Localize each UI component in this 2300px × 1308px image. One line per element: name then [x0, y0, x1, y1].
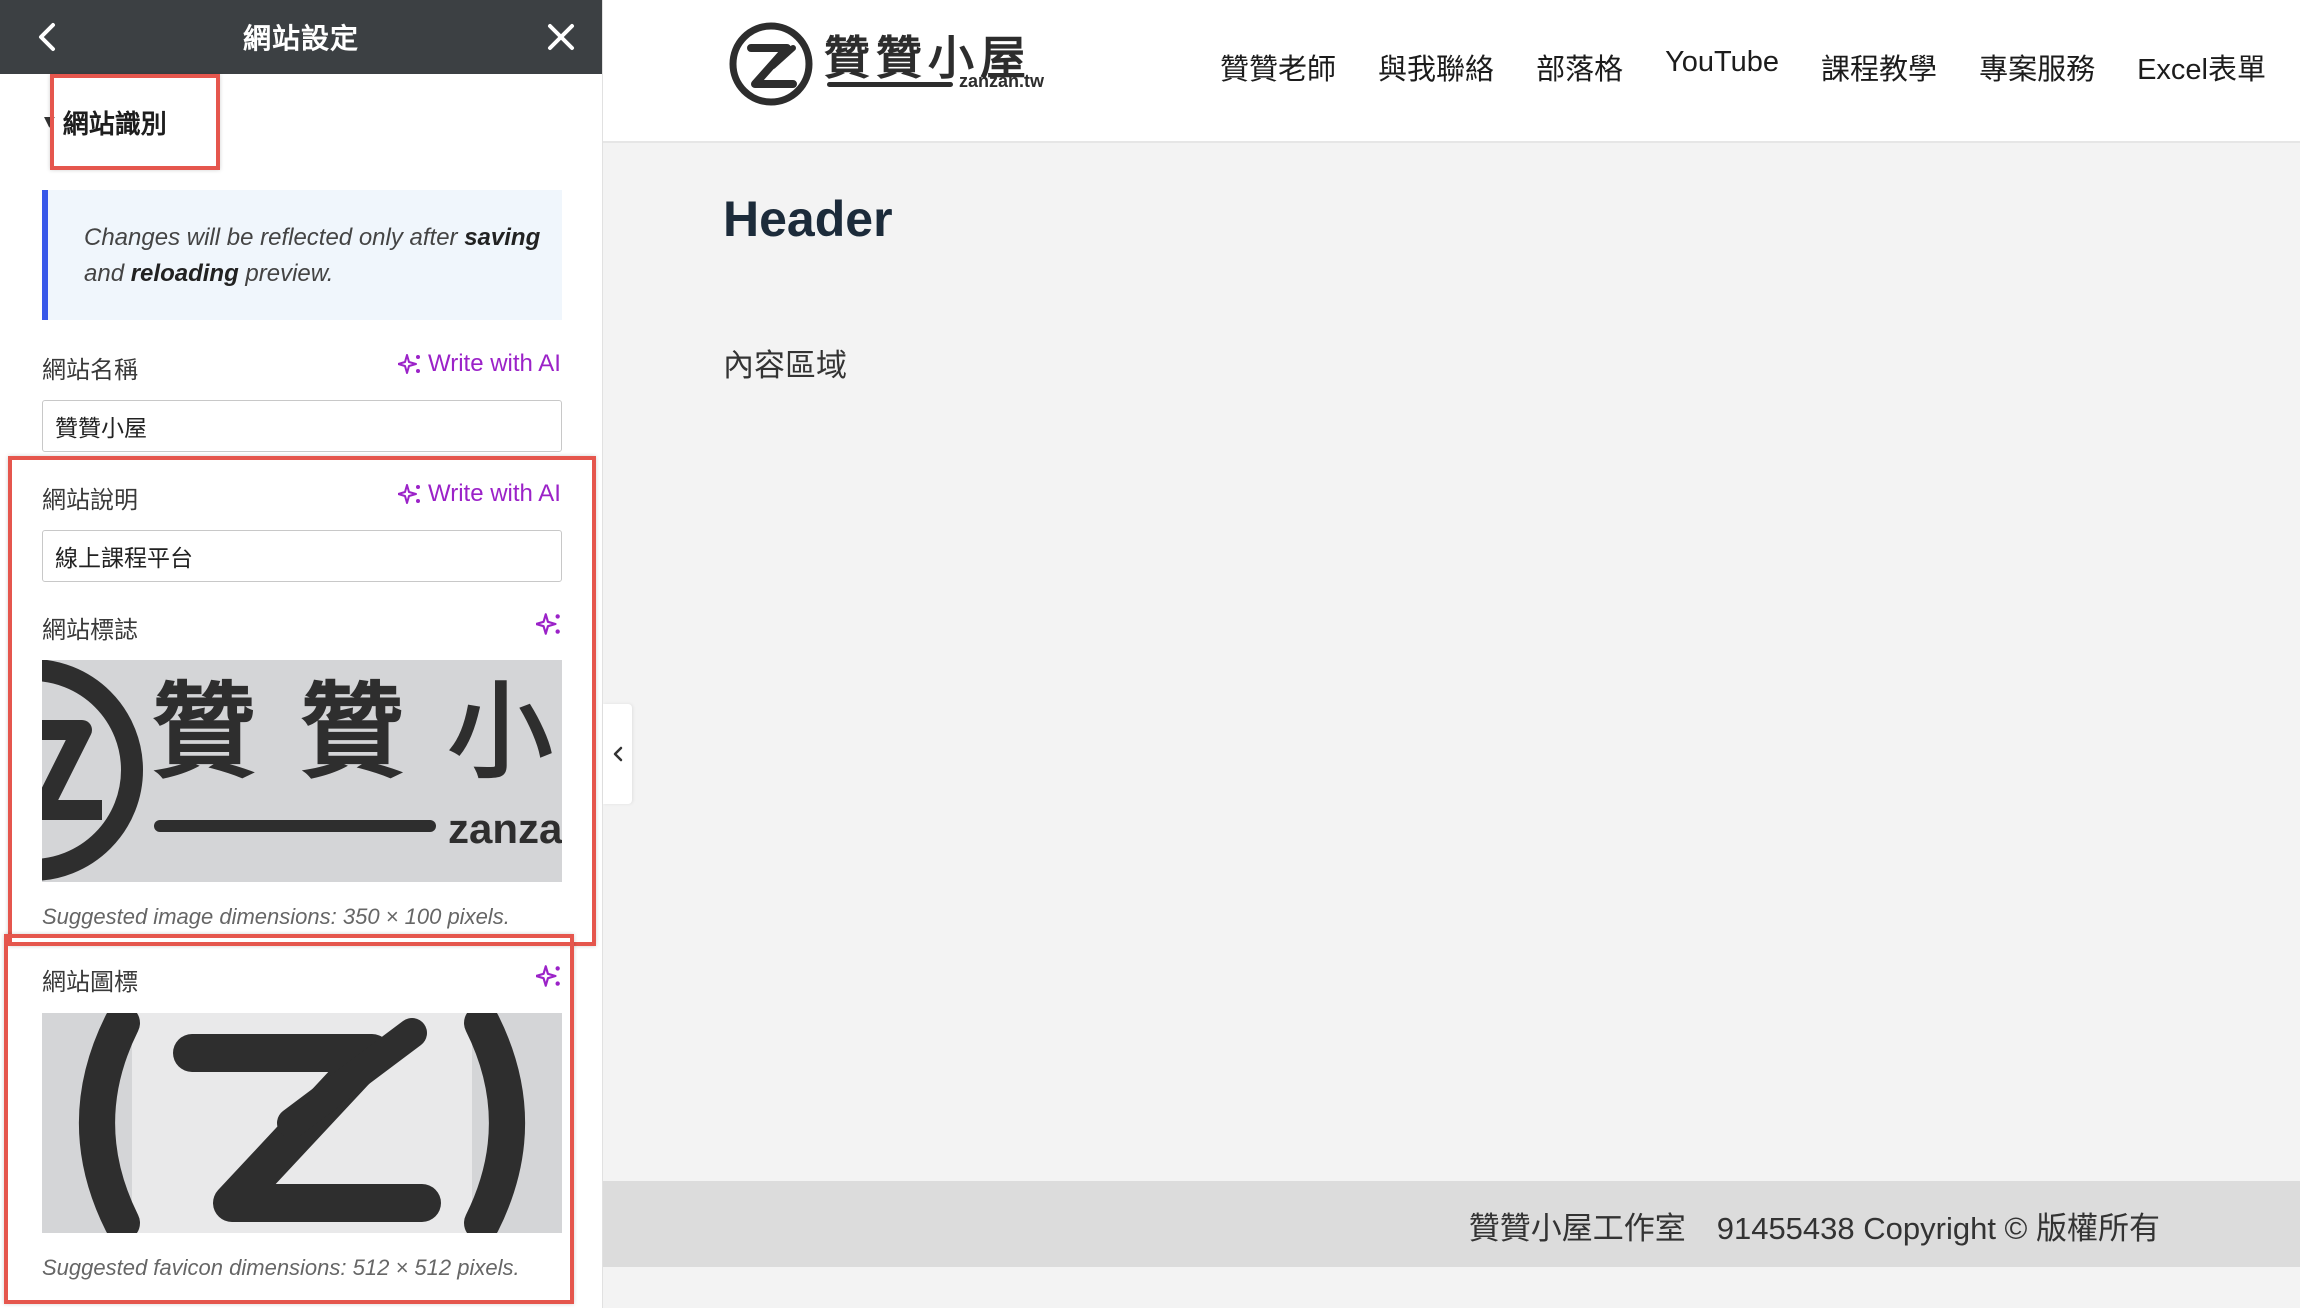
- page-content: 內容區域: [723, 348, 847, 384]
- caret-down-icon: ▼: [44, 114, 55, 130]
- close-icon: [548, 24, 574, 50]
- write-with-ai-label: Write with AI: [428, 350, 561, 377]
- notice-bold-reloading: reloading: [130, 260, 239, 287]
- tagline-input[interactable]: [42, 530, 562, 582]
- sparkle-icon: [398, 354, 420, 374]
- site-icon-label: 網站圖標: [42, 968, 138, 996]
- site-logo-subtitle: zanzan.tw: [959, 71, 1045, 91]
- site-title-label: 網站名稱: [42, 356, 138, 384]
- notice-text: Changes will be reflected only after: [84, 224, 465, 251]
- ai-sparkle-button[interactable]: [534, 611, 562, 641]
- nav-item-blog[interactable]: 部落格: [1536, 46, 1623, 88]
- logo-image-title: 贊 贊 小 屋: [152, 671, 562, 793]
- logo-image-subtitle: zanza: [448, 805, 562, 852]
- site-header: 贊贊小屋 zanzan.tw 贊贊老師 與我聯絡 部落格 YouTube 課程教…: [603, 0, 2300, 143]
- nav-item-contact[interactable]: 與我聯絡: [1378, 46, 1494, 88]
- logo-label: 網站標誌: [42, 616, 138, 644]
- nav-item-teacher[interactable]: 贊贊老師: [1220, 46, 1336, 88]
- back-button[interactable]: [28, 17, 68, 57]
- logo-image-preview[interactable]: 贊 贊 小 屋 zanza: [42, 660, 562, 882]
- logo-image: 贊 贊 小 屋 zanza: [42, 660, 562, 881]
- notice-text: and: [84, 260, 131, 287]
- customizer-panel: 網站設定 ▼ 網站識別 Changes will be reflected on…: [0, 0, 603, 1308]
- nav-item-courses[interactable]: 課程教學: [1821, 46, 1937, 88]
- site-icon-help-text: Suggested favicon dimensions: 512 × 512 …: [42, 1255, 520, 1280]
- panel-header: 網站設定: [0, 0, 602, 74]
- write-with-ai-label: Write with AI: [428, 480, 561, 507]
- section-toggle-site-identity[interactable]: ▼ 網站識別: [44, 102, 167, 142]
- sparkle-icon: [534, 613, 560, 635]
- sparkle-icon: [534, 965, 560, 987]
- notice-bold-saving: saving: [464, 224, 541, 251]
- site-nav: 贊贊老師 與我聯絡 部落格 YouTube 課程教學 專案服務 Excel表單: [1220, 46, 2266, 88]
- zz-logo-icon: [729, 22, 813, 106]
- tagline-label: 網站說明: [42, 486, 138, 514]
- site-logo-underline: [827, 82, 953, 87]
- write-with-ai-button[interactable]: Write with AI: [398, 480, 561, 508]
- site-title-input[interactable]: [42, 400, 562, 452]
- site-preview: 贊贊小屋 zanzan.tw 贊贊老師 與我聯絡 部落格 YouTube 課程教…: [603, 0, 2300, 1308]
- logo-help-text: Suggested image dimensions: 350 × 100 pi…: [42, 904, 510, 929]
- chevron-left-icon: [39, 23, 55, 51]
- site-footer: 贊贊小屋工作室 91455438 Copyright © 版權所有: [603, 1181, 2300, 1267]
- chevron-left-icon: [613, 746, 622, 762]
- nav-item-youtube[interactable]: YouTube: [1665, 46, 1779, 88]
- site-icon-preview[interactable]: [42, 1013, 562, 1233]
- footer-text: 贊贊小屋工作室 91455438 Copyright © 版權所有: [1468, 1211, 2160, 1246]
- collapse-sidebar-button[interactable]: [603, 704, 632, 804]
- panel-title: 網站設定: [242, 22, 359, 55]
- sparkle-icon: [398, 484, 420, 504]
- notice-text: preview.: [238, 260, 334, 287]
- write-with-ai-button[interactable]: Write with AI: [398, 350, 561, 378]
- page-heading: Header: [723, 191, 893, 247]
- site-logo[interactable]: 贊贊小屋 zanzan.tw: [729, 18, 1059, 114]
- nav-item-services[interactable]: 專案服務: [1979, 46, 2095, 88]
- ai-sparkle-button[interactable]: [534, 963, 562, 993]
- site-icon-image: [42, 1013, 562, 1233]
- reload-notice: Changes will be reflected only after sav…: [42, 190, 562, 320]
- nav-item-excel[interactable]: Excel表單: [2137, 46, 2266, 88]
- section-label: 網站識別: [62, 109, 167, 140]
- close-button[interactable]: [541, 17, 581, 57]
